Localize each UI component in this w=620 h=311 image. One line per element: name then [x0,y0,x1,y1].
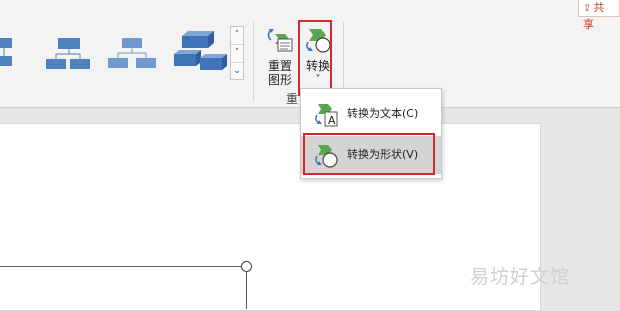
share-button[interactable]: ⇪ 共享 [578,0,620,31]
share-icon: ⇪ [583,3,592,14]
reset-graphic-button[interactable]: 重置 图形 [262,26,298,88]
layout-thumb-hierarchy-3d-blocks[interactable] [168,26,227,80]
reset-graphic-label-1: 重置 [267,59,292,73]
layout-thumb-hierarchy-tree[interactable] [104,26,160,80]
layout-thumb-hierarchy-horizontal[interactable] [0,26,42,80]
group-label: 重 [286,92,299,106]
highlight-box-convert [298,20,332,96]
menu-item-convert-to-text[interactable]: A 转换为文本(C) [301,95,441,133]
gallery-more-icon[interactable]: ⌄ [231,63,243,80]
watermark: 易坊好文馆 [470,266,571,288]
reset-graphic-icon [262,26,298,57]
shape-edge-top [0,266,246,267]
gallery-scroll-down-icon[interactable]: ˅ [231,45,243,63]
shape-resize-handle[interactable] [241,261,252,272]
reset-graphic-label-2: 图形 [267,73,292,87]
slide[interactable] [0,123,541,311]
shape-edge-right [246,266,247,309]
layout-thumb-hierarchy-org[interactable] [40,26,96,80]
gallery-scroll-up-icon[interactable]: ˄ [231,27,243,45]
highlight-box-convert-to-shapes [303,133,435,175]
gallery-scrollbar[interactable]: ˄ ˅ ⌄ [230,26,244,80]
svg-text:A: A [328,114,336,127]
menu-item-label: 转换为文本(C) [347,107,419,120]
group-separator [253,22,254,102]
smartart-layout-gallery [0,26,230,82]
